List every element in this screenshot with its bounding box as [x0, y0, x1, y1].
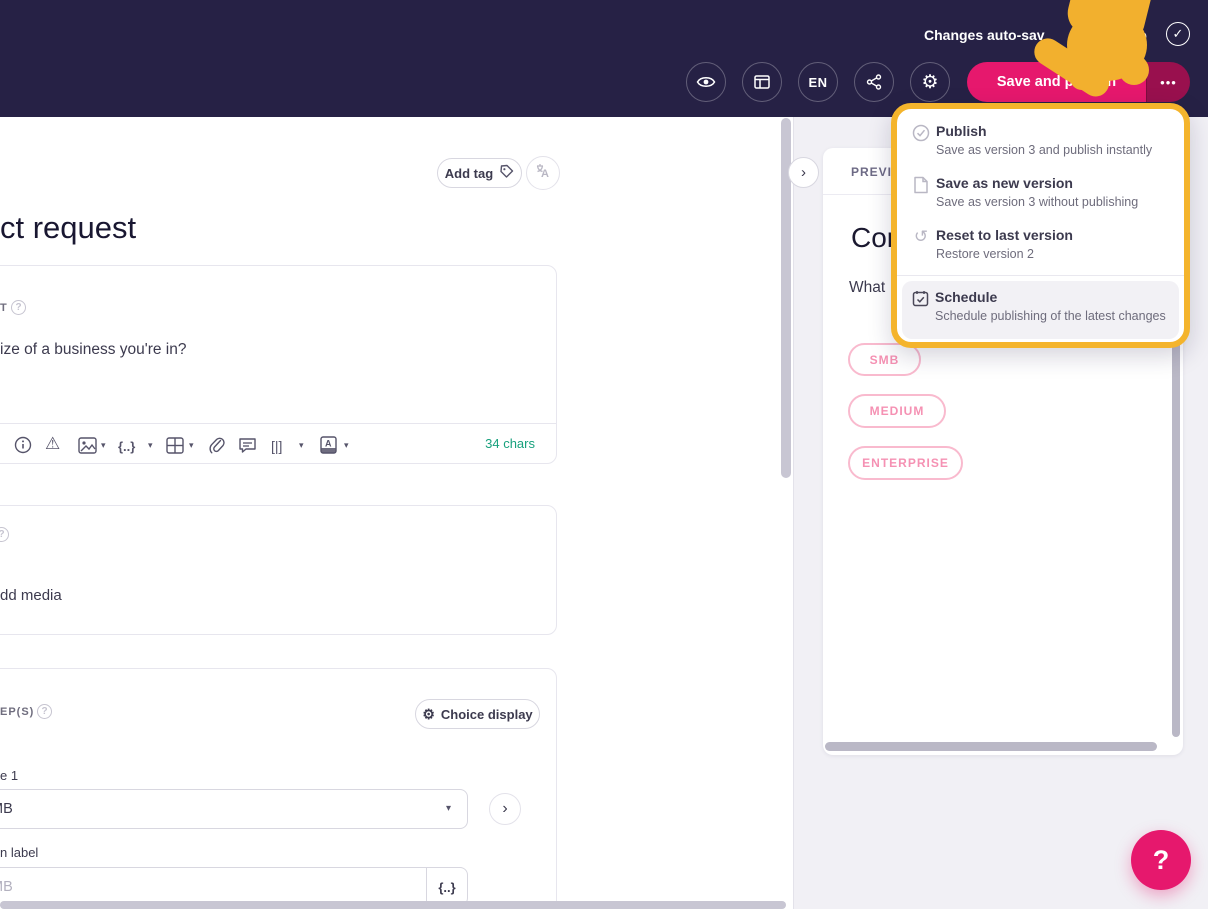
autosave-status-left: Changes auto-sav	[924, 27, 1045, 43]
document-icon	[912, 176, 930, 194]
button-label-label: n label	[0, 845, 39, 860]
warning-icon[interactable]: ⚠	[45, 434, 60, 454]
table-icon[interactable]	[166, 434, 184, 454]
steps-card-label: EP(S)	[0, 706, 35, 718]
main-horizontal-scrollbar[interactable]	[0, 901, 786, 909]
help-glyph: ?	[0, 529, 5, 540]
brackets-icon[interactable]: [|]	[271, 434, 282, 454]
pane-divider	[793, 117, 794, 909]
menu-item-title: Schedule	[935, 289, 998, 305]
menu-item-title: Publish	[936, 123, 987, 139]
media-card	[0, 505, 557, 635]
check-circle-icon	[912, 124, 930, 142]
preview-heading: Cor	[851, 222, 897, 253]
choice-display-gear-icon: ⚙	[422, 705, 435, 722]
toolbar-divider	[0, 423, 557, 424]
char-count: 34 chars	[485, 436, 535, 451]
choice-display-label: Choice display	[440, 706, 533, 722]
menu-item-schedule[interactable]: Schedule Schedule publishing of the late…	[902, 281, 1179, 339]
menu-item-description: Save as version 3 without publishing	[936, 195, 1139, 209]
menu-item-description: Save as version 3 and publish instantly	[936, 143, 1153, 157]
help-button[interactable]: ?	[1131, 830, 1191, 890]
settings-button[interactable]: ⚙	[910, 62, 950, 102]
next-choice-button[interactable]: ›	[489, 793, 521, 825]
translate-icon: A	[535, 163, 552, 183]
menu-item-reset[interactable]: ↺ Reset to last version Restore version …	[903, 227, 1178, 273]
preview-question-text: What	[849, 279, 886, 296]
chevron-right-icon: ›	[801, 164, 806, 181]
preview-pill-medium[interactable]: MEDIUM	[848, 394, 946, 428]
comment-icon[interactable]	[238, 434, 257, 454]
help-glyph: ?	[41, 706, 48, 717]
preview-horizontal-scrollbar[interactable]	[825, 742, 1157, 751]
choice-select-value: MB	[0, 801, 13, 817]
survey-title[interactable]: ct request	[0, 210, 136, 246]
brackets-caret-icon[interactable]: ▾	[299, 440, 304, 451]
autosave-status-right: ago	[1122, 27, 1147, 43]
menu-item-save-version[interactable]: Save as new version Save as version 3 wi…	[903, 175, 1178, 221]
menu-item-title: Save as new version	[936, 175, 1073, 191]
choice-display-button[interactable]: ⚙ Choice display	[415, 699, 540, 729]
gear-icon: ⚙	[921, 71, 939, 93]
question-help-icon[interactable]: ?	[11, 300, 26, 315]
share-icon	[866, 74, 882, 90]
more-options-button[interactable]: •••	[1146, 62, 1190, 102]
save-and-publish-button[interactable]: Save and publish	[967, 62, 1146, 102]
help-glyph: ?	[15, 302, 22, 313]
preview-pill-enterprise[interactable]: ENTERPRISE	[848, 446, 963, 480]
eye-icon	[696, 75, 716, 89]
save-options-menu: Publish Save as version 3 and publish in…	[891, 103, 1190, 348]
language-button[interactable]: EN	[798, 62, 838, 102]
calendar-check-icon	[911, 290, 929, 308]
attachment-icon[interactable]	[208, 434, 225, 454]
share-button[interactable]	[854, 62, 894, 102]
menu-item-description: Schedule publishing of the latest change…	[935, 309, 1166, 323]
choice-label: e 1	[0, 768, 19, 783]
button-label-placeholder: MB	[0, 879, 13, 895]
layout-button[interactable]	[742, 62, 782, 102]
autosave-check-icon: ✓	[1166, 22, 1190, 46]
top-header-bar: Changes auto-sav ago ✓ EN ⚙ Save and pub…	[0, 0, 1208, 117]
choice-select[interactable]: MB ▾	[0, 789, 468, 829]
undo-icon: ↺	[913, 227, 929, 246]
layout-icon	[754, 75, 770, 89]
chevron-right-icon: ›	[502, 800, 508, 817]
library-caret-icon[interactable]: ▾	[344, 440, 349, 451]
svg-text:A: A	[541, 168, 549, 180]
check-glyph: ✓	[1172, 26, 1184, 41]
steps-help-icon[interactable]: ?	[37, 704, 52, 719]
variables-icon[interactable]: {..}	[118, 434, 135, 454]
library-icon[interactable]: A	[320, 434, 337, 454]
app-screen: Changes auto-sav ago ✓ EN ⚙ Save and pub…	[0, 0, 1208, 909]
add-tag-button[interactable]: Add tag	[437, 158, 522, 188]
tag-icon	[499, 164, 514, 182]
collapse-preview-button[interactable]: ›	[788, 157, 819, 188]
translate-button[interactable]: A	[526, 156, 560, 190]
table-caret-icon[interactable]: ▾	[189, 440, 194, 451]
question-text[interactable]: ize of a business you're in?	[0, 341, 186, 359]
menu-item-description: Restore version 2	[936, 247, 1034, 261]
info-icon[interactable]	[14, 434, 32, 454]
language-label: EN	[808, 74, 828, 90]
question-card-label: T	[0, 302, 8, 314]
variables-caret-icon[interactable]: ▾	[148, 440, 153, 451]
preview-eye-button[interactable]	[686, 62, 726, 102]
image-icon[interactable]	[78, 434, 97, 454]
menu-item-title: Reset to last version	[936, 227, 1073, 243]
add-media-link[interactable]: dd media	[0, 587, 62, 604]
select-caret-icon: ▾	[445, 803, 451, 814]
svg-text:A: A	[325, 439, 332, 449]
add-tag-label: Add tag	[444, 165, 494, 181]
image-caret-icon[interactable]: ▾	[101, 440, 106, 451]
menu-divider	[897, 275, 1184, 276]
menu-item-publish[interactable]: Publish Save as version 3 and publish in…	[903, 123, 1178, 169]
